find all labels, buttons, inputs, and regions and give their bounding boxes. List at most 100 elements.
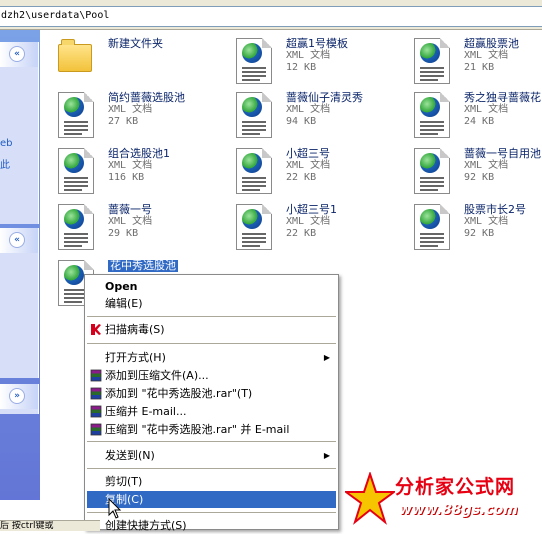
menu-separator bbox=[87, 468, 336, 469]
menu-item-label: 打开方式(H) bbox=[105, 351, 166, 364]
xml-file-icon bbox=[414, 204, 450, 250]
file-name: 花中秀选股池 bbox=[108, 259, 178, 272]
task-panel-3-header[interactable]: » bbox=[0, 384, 38, 409]
file-size: 22 KB bbox=[286, 172, 317, 183]
watermark-title: 分析家公式网 bbox=[395, 476, 516, 498]
file-label: 花中秀选股池 bbox=[108, 260, 178, 272]
menu-item[interactable]: Open bbox=[87, 278, 336, 295]
panel-text-1[interactable]: eb bbox=[0, 138, 13, 149]
file-size: 12 KB bbox=[286, 62, 317, 73]
file-name: 蔷薇一号自用池 bbox=[464, 147, 541, 160]
file-label: 蔷薇仙子清灵秀 XML 文档 94 KB bbox=[286, 92, 363, 128]
file-item[interactable]: 蔷薇一号 XML 文档 29 KB bbox=[40, 204, 210, 254]
menu-item[interactable]: 创建快捷方式(S) bbox=[87, 517, 336, 534]
file-type: XML 文档 bbox=[286, 160, 331, 171]
file-item[interactable]: 蔷薇一号自用池 XML 文档 92 KB bbox=[396, 148, 542, 198]
folder-item[interactable]: 新建文件夹 bbox=[40, 38, 210, 88]
file-item[interactable]: 小超三号 XML 文档 22 KB bbox=[218, 148, 388, 198]
file-name: 小超三号1 bbox=[286, 203, 337, 216]
menu-item[interactable]: 压缩并 E-mail... bbox=[87, 403, 336, 420]
address-bar: dzh2\userdata\Pool bbox=[0, 0, 542, 30]
winrar-icon bbox=[90, 423, 102, 436]
expand-chevron-icon[interactable]: » bbox=[9, 388, 25, 404]
file-item[interactable]: 小超三号1 XML 文档 22 KB bbox=[218, 204, 388, 254]
file-size: 29 KB bbox=[108, 228, 139, 239]
task-panel-1-header[interactable]: « bbox=[0, 42, 38, 67]
menu-item[interactable]: 复制(C) bbox=[87, 491, 336, 508]
file-item[interactable]: 秀之独寻蔷薇花 XML 文档 24 KB bbox=[396, 92, 542, 142]
file-size: 21 KB bbox=[464, 62, 495, 73]
menu-item-label: 剪切(T) bbox=[105, 475, 143, 488]
context-menu: Open 编辑(E) 扫描病毒(S) 打开方式(H) ▶ 添加到压缩文件(A)... 添加到… bbox=[84, 274, 339, 532]
menu-item[interactable]: 添加到 "花中秀选股池.rar"(T) bbox=[87, 385, 336, 402]
file-label: 组合选股池1 XML 文档 116 KB bbox=[108, 148, 170, 184]
task-panel-1: « eb 此 bbox=[0, 42, 39, 224]
mouse-cursor-icon bbox=[108, 498, 122, 519]
file-name: 秀之独寻蔷薇花 bbox=[464, 91, 541, 104]
file-label: 小超三号 XML 文档 22 KB bbox=[286, 148, 330, 184]
file-size: 22 KB bbox=[286, 228, 317, 239]
menu-separator bbox=[87, 343, 336, 344]
menu-separator bbox=[87, 512, 336, 513]
address-path: dzh2\userdata\Pool bbox=[1, 10, 110, 21]
file-item[interactable]: 组合选股池1 XML 文档 116 KB bbox=[40, 148, 210, 198]
watermark-url: www.88gs.com bbox=[399, 502, 518, 518]
file-name: 新建文件夹 bbox=[108, 37, 163, 50]
file-name: 超赢1号模板 bbox=[286, 37, 348, 50]
file-item[interactable]: 简约蔷薇选股池 XML 文档 27 KB bbox=[40, 92, 210, 142]
menu-item-label: 压缩并 E-mail... bbox=[105, 405, 187, 418]
xml-file-icon bbox=[58, 148, 94, 194]
file-type: XML 文档 bbox=[108, 104, 153, 115]
file-item[interactable]: 股票市长2号 XML 文档 92 KB bbox=[396, 204, 542, 254]
file-label: 股票市长2号 XML 文档 92 KB bbox=[464, 204, 526, 240]
menu-item[interactable]: 打开方式(H) ▶ bbox=[87, 349, 336, 366]
file-name: 蔷薇一号 bbox=[108, 203, 152, 216]
file-name: 简约蔷薇选股池 bbox=[108, 91, 185, 104]
collapse-chevron-icon[interactable]: « bbox=[9, 232, 25, 248]
menu-item[interactable]: 压缩到 "花中秀选股池.rar" 并 E-mail bbox=[87, 421, 336, 438]
file-type: XML 文档 bbox=[108, 216, 153, 227]
file-type: XML 文档 bbox=[464, 50, 509, 61]
xml-file-icon bbox=[58, 204, 94, 250]
kaspersky-icon bbox=[90, 323, 102, 336]
address-input[interactable]: dzh2\userdata\Pool bbox=[0, 6, 542, 27]
file-type: XML 文档 bbox=[286, 216, 331, 227]
watermark-star-icon bbox=[345, 472, 395, 525]
xml-file-icon bbox=[58, 92, 94, 138]
menu-item-label: 添加到 "花中秀选股池.rar"(T) bbox=[105, 387, 253, 400]
file-item[interactable]: 超赢股票池 XML 文档 21 KB bbox=[396, 38, 542, 88]
menu-item[interactable]: 编辑(E) bbox=[87, 295, 336, 312]
file-name: 股票市长2号 bbox=[464, 203, 526, 216]
file-item[interactable]: 超赢1号模板 XML 文档 12 KB bbox=[218, 38, 388, 88]
menu-item-label: 扫描病毒(S) bbox=[105, 323, 165, 336]
collapse-chevron-icon[interactable]: « bbox=[9, 46, 25, 62]
winrar-icon bbox=[90, 369, 102, 382]
watermark: 分析家公式网 www.88gs.com bbox=[343, 468, 542, 530]
file-type: XML 文档 bbox=[108, 160, 153, 171]
file-label: 蔷薇一号 XML 文档 29 KB bbox=[108, 204, 152, 240]
file-size: 27 KB bbox=[108, 116, 139, 127]
file-size: 24 KB bbox=[464, 116, 495, 127]
xml-file-icon bbox=[236, 38, 272, 84]
file-size: 92 KB bbox=[464, 228, 495, 239]
menu-item[interactable]: 添加到压缩文件(A)... bbox=[87, 367, 336, 384]
file-label: 小超三号1 XML 文档 22 KB bbox=[286, 204, 337, 240]
task-pane: « eb 此 « » bbox=[0, 30, 40, 500]
file-item[interactable]: 蔷薇仙子清灵秀 XML 文档 94 KB bbox=[218, 92, 388, 142]
menu-item-label: Open bbox=[105, 280, 138, 293]
panel-text-2[interactable]: 此 bbox=[0, 156, 10, 171]
menu-item[interactable]: 发送到(N) ▶ bbox=[87, 447, 336, 464]
task-panel-2-header[interactable]: « bbox=[0, 228, 38, 253]
file-label: 蔷薇一号自用池 XML 文档 92 KB bbox=[464, 148, 541, 184]
xml-file-icon bbox=[236, 204, 272, 250]
menu-item[interactable]: 剪切(T) bbox=[87, 473, 336, 490]
file-type: XML 文档 bbox=[464, 216, 509, 227]
task-panel-3: » bbox=[0, 384, 39, 414]
menu-item-label: 编辑(E) bbox=[105, 297, 143, 310]
file-size: 94 KB bbox=[286, 116, 317, 127]
file-label: 超赢1号模板 XML 文档 12 KB bbox=[286, 38, 348, 74]
folder-icon bbox=[58, 38, 94, 84]
file-type: XML 文档 bbox=[464, 104, 509, 115]
menu-item[interactable]: 扫描病毒(S) bbox=[87, 321, 336, 338]
xml-file-icon bbox=[414, 148, 450, 194]
